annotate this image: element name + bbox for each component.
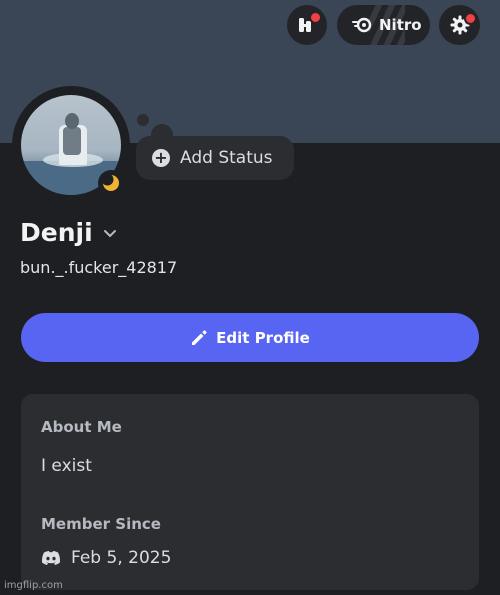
chevron-down-icon [103,229,116,237]
status-bubble-tail-small [137,114,149,126]
plus-circle-icon: + [152,149,170,167]
member-since-heading: Member Since [41,515,161,533]
edit-profile-button[interactable]: Edit Profile [21,313,479,362]
notification-dot [309,11,322,24]
nitro-label: Nitro [379,16,422,34]
notification-dot [464,12,477,25]
display-name-row[interactable]: Denji [20,218,117,247]
add-status-button[interactable]: + Add Status [136,136,294,180]
nitro-button[interactable]: Nitro [337,5,430,45]
avatar-figure-head [65,113,79,129]
settings-button[interactable] [439,5,480,45]
pencil-icon [192,329,207,345]
moon-idle-icon [102,174,119,191]
member-since-date: Feb 5, 2025 [71,548,172,568]
profile-info-card: About Me I exist Member Since Feb 5, 202… [21,394,479,590]
avatar-figure [63,127,81,155]
edit-profile-label: Edit Profile [216,328,310,347]
watermark: imgflip.com [4,580,63,591]
discord-logo-icon [41,551,61,565]
about-me-text: I exist [41,456,92,476]
add-status-label: Add Status [180,148,273,168]
avatar-ring [12,86,130,204]
username: bun._.fucker_42817 [20,258,178,277]
quests-button[interactable] [287,5,327,45]
status-indicator [98,170,124,196]
member-since-row: Feb 5, 2025 [41,548,171,568]
display-name: Denji [20,218,93,247]
about-me-heading: About Me [41,418,122,436]
nitro-icon [352,17,372,33]
